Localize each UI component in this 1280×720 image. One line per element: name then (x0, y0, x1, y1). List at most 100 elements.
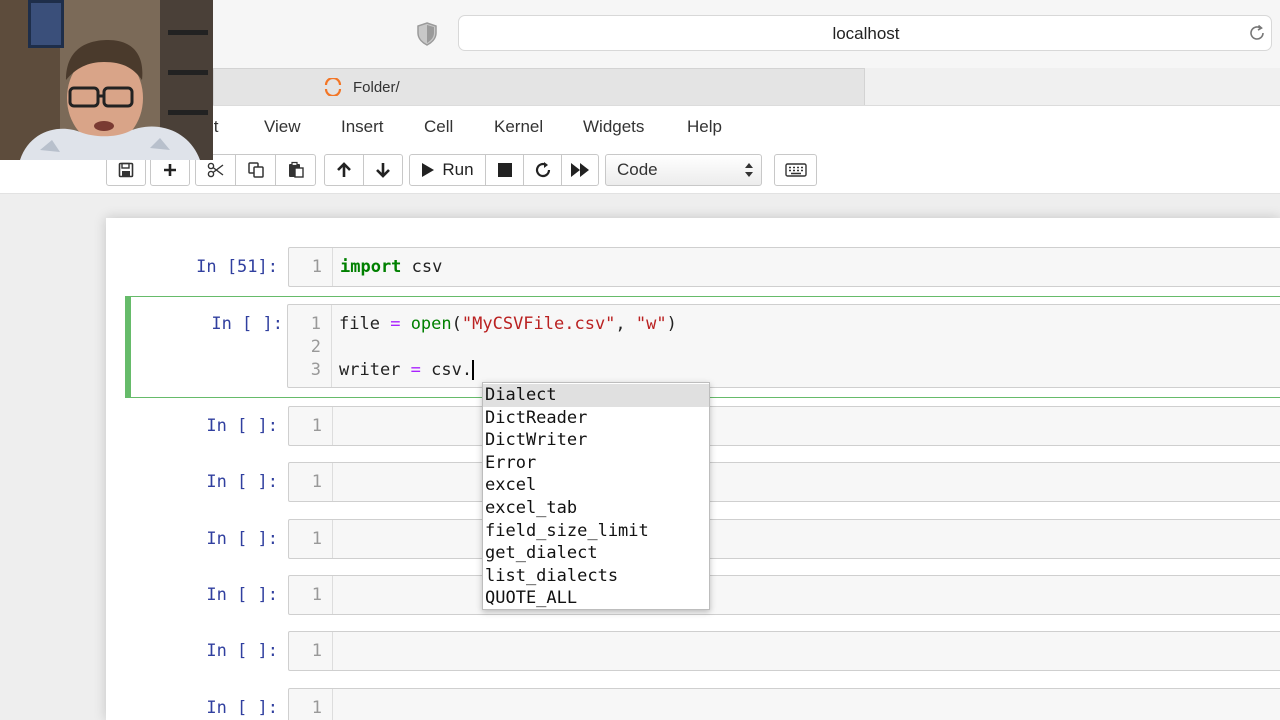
cell-prompt: In [51]: (196, 257, 278, 277)
line-number-gutter: 1 (289, 576, 333, 614)
line-number-gutter: 1 (289, 689, 333, 720)
cell-input[interactable]: 1 (288, 519, 1280, 559)
line-number: 1 (311, 698, 322, 718)
cell-prompt: In [ ]: (206, 641, 278, 661)
line-number: 2 (310, 337, 321, 357)
copy-icon (247, 162, 264, 178)
save-icon (118, 162, 134, 178)
menu-kernel[interactable]: Kernel (494, 106, 543, 148)
code-text: file (339, 314, 391, 334)
completion-item[interactable]: Error (483, 452, 709, 475)
cell-prompt: In [ ]: (206, 698, 278, 718)
line-number: 3 (310, 360, 321, 380)
completion-item[interactable]: QUOTE_ALL (483, 587, 709, 610)
completion-item[interactable]: field_size_limit (483, 520, 709, 543)
line-number-gutter: 1 (289, 632, 333, 670)
code-text: csv. (420, 360, 473, 380)
code-line: import csv (340, 257, 442, 277)
cell-input[interactable]: 1 (288, 688, 1280, 720)
fast-forward-icon (571, 163, 589, 177)
completion-item[interactable]: DictWriter (483, 429, 709, 452)
code-keyword: import (340, 257, 402, 277)
line-number: 1 (311, 472, 322, 492)
code-string: "w" (635, 314, 667, 334)
line-number-gutter: 1 (289, 463, 333, 501)
autocomplete-dropdown[interactable]: Dialect DictReader DictWriter Error exce… (482, 382, 710, 610)
menu-view[interactable]: View (264, 106, 301, 148)
completion-item[interactable]: Dialect (483, 384, 709, 407)
line-number: 1 (310, 314, 321, 334)
cell-input[interactable]: 1 import csv (288, 247, 1280, 287)
completion-item[interactable]: DictReader (483, 407, 709, 430)
cell-prompt: In [ ]: (206, 416, 278, 436)
line-number: 1 (311, 641, 322, 661)
cell-prompt: In [ ]: (206, 472, 278, 492)
cell-input[interactable]: 1 (288, 575, 1280, 615)
completion-item[interactable]: get_dialect (483, 542, 709, 565)
cell-input[interactable]: 1 (288, 631, 1280, 671)
menu-help[interactable]: Help (687, 106, 722, 148)
completion-item[interactable]: list_dialects (483, 565, 709, 588)
line-number-gutter: 1 2 3 (288, 305, 332, 387)
run-button[interactable]: Run (410, 155, 486, 185)
code-string: "MyCSVFile.csv" (461, 314, 616, 334)
keyboard-icon (785, 163, 807, 177)
move-up-button[interactable] (325, 155, 364, 185)
jupyter-logo-icon (324, 78, 342, 96)
line-number-gutter: 1 (289, 407, 333, 445)
menu-cell[interactable]: Cell (424, 106, 453, 148)
code-cell[interactable]: In [51]: 1 import csv (106, 247, 1280, 289)
code-line: writer = csv. (339, 360, 475, 380)
browser-tab[interactable]: Folder/ (213, 68, 865, 105)
code-text: csv (401, 257, 443, 277)
text-cursor (472, 360, 475, 380)
cell-type-select[interactable]: Code (605, 154, 762, 186)
presenter-video-image (0, 0, 213, 160)
shield-icon[interactable] (416, 22, 438, 46)
plus-icon (164, 164, 176, 176)
line-number: 1 (311, 416, 322, 436)
play-icon (422, 163, 435, 177)
restart-button[interactable] (524, 155, 562, 185)
code-line: file = open("MyCSVFile.csv", "w") (339, 314, 677, 334)
code-builtin: open (410, 314, 452, 334)
cell-input[interactable]: 1 (288, 462, 1280, 502)
cell-prompt: In [ ]: (211, 314, 283, 334)
cell-type-value: Code (617, 160, 658, 179)
webcam-overlay (0, 0, 213, 160)
line-number: 1 (311, 585, 322, 605)
stop-icon (497, 163, 512, 177)
copy-button[interactable] (236, 155, 276, 185)
code-text: writer (339, 360, 411, 380)
command-palette-button[interactable] (774, 154, 817, 186)
code-text: ( (451, 314, 462, 334)
cell-prompt: In [ ]: (206, 585, 278, 605)
paste-icon (288, 161, 304, 178)
move-down-button[interactable] (364, 155, 402, 185)
line-number-gutter: 1 (289, 520, 333, 558)
restart-run-all-button[interactable] (562, 155, 598, 185)
line-number: 1 (311, 529, 322, 549)
reload-icon[interactable] (1248, 24, 1266, 42)
url-text: localhost (832, 24, 900, 43)
cell-input[interactable]: 1 (288, 406, 1280, 446)
menu-insert[interactable]: Insert (341, 106, 384, 148)
completion-item[interactable]: excel_tab (483, 497, 709, 520)
paste-button[interactable] (276, 155, 315, 185)
select-caret-icon (745, 163, 753, 177)
interrupt-button[interactable] (486, 155, 524, 185)
code-operator: = (410, 360, 421, 380)
completion-item[interactable]: excel (483, 474, 709, 497)
restart-icon (535, 162, 550, 178)
tab-title: Folder/ (353, 79, 400, 96)
code-cell[interactable]: In [ ]: 1 (106, 631, 1280, 673)
code-cell[interactable]: In [ ]: 1 (106, 688, 1280, 720)
code-text: ) (666, 314, 677, 334)
address-bar[interactable]: localhost (458, 15, 1272, 51)
menu-widgets[interactable]: Widgets (583, 106, 644, 148)
cell-input[interactable]: 1 2 3 file = open("MyCSVFile.csv", "w") … (287, 304, 1280, 388)
arrow-up-icon (337, 162, 351, 177)
line-number: 1 (311, 257, 322, 277)
code-text: , (615, 314, 636, 334)
